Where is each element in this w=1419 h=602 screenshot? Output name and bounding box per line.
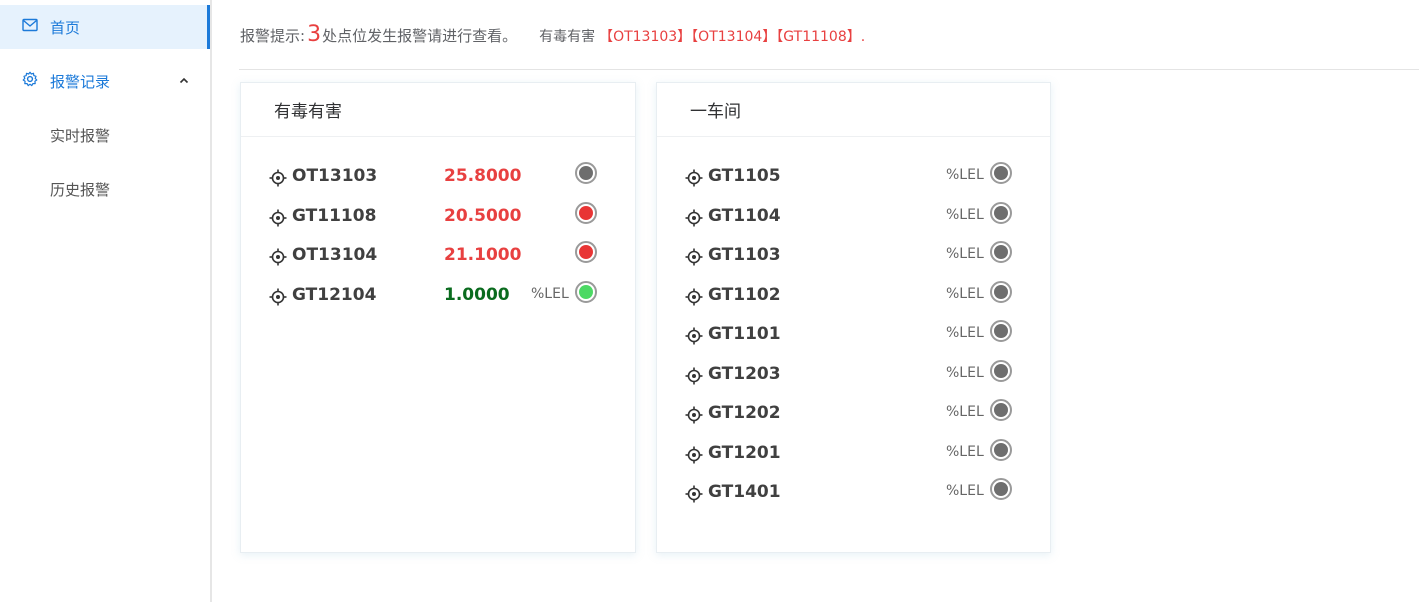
sidebar-subitem-realtime-alarm[interactable]: 实时报警: [0, 113, 210, 157]
target-icon: [685, 485, 703, 503]
sidebar-item-alarm-records[interactable]: 报警记录: [0, 59, 210, 103]
target-icon: [685, 446, 703, 464]
sensor-value: 20.5000: [444, 205, 522, 226]
sensor-row[interactable]: GT1202 %LEL: [657, 399, 1050, 429]
status-indicator: [990, 241, 1012, 263]
sensor-tag-name: OT13104: [292, 245, 378, 265]
sidebar-subitem-label: 历史报警: [50, 180, 111, 199]
sensor-row[interactable]: GT1104 %LEL: [657, 201, 1050, 232]
sidebar-subitem-label: 实时报警: [50, 126, 111, 145]
mail-icon: [22, 18, 40, 36]
status-indicator: [990, 162, 1012, 184]
divider: [239, 69, 1419, 70]
target-icon: [269, 169, 287, 187]
sensor-row[interactable]: OT13103 25.8000: [241, 162, 635, 192]
card-title: 一车间: [657, 83, 1050, 137]
target-icon: [685, 209, 703, 227]
alarm-tag-list[interactable]: 【OT13103】【OT13104】【GT11108】.: [599, 26, 865, 46]
sensor-tag-name: GT11108: [292, 205, 377, 226]
sidebar-item-home[interactable]: 首页: [0, 5, 210, 49]
status-indicator: [990, 359, 1012, 382]
sidebar-item-label: 首页: [50, 18, 81, 37]
sensor-tag-name: GT1105: [708, 166, 781, 186]
alarm-notice-suffix: 处点位发生报警请进行查看。: [322, 27, 518, 45]
unit-label: %LEL: [946, 443, 984, 460]
alarm-notice-prefix: 报警提示:: [240, 27, 306, 45]
target-icon: [685, 248, 703, 266]
target-icon: [269, 209, 287, 227]
unit-label: %LEL: [531, 285, 569, 302]
target-icon: [685, 288, 703, 306]
alarm-count: 3: [307, 22, 322, 47]
sensor-tag-name: OT13103: [292, 166, 378, 186]
status-indicator: [990, 280, 1012, 303]
workshop-1-card: 一车间 GT1105 %LEL GT1104 %LEL GT1103 %LEL GT1102…: [656, 82, 1051, 553]
sensor-tag-name: GT1201: [708, 442, 781, 463]
sensor-row[interactable]: GT12104 1.0000 %LEL: [241, 280, 635, 311]
alarm-category: 有毒有害: [539, 29, 596, 45]
sidebar-item-label: 报警记录: [50, 72, 111, 91]
target-icon: [685, 169, 703, 187]
status-indicator: [990, 320, 1012, 342]
sidebar: 首页 报警记录 实时报警 历史报警: [0, 0, 212, 602]
sensor-row[interactable]: GT1101 %LEL: [657, 320, 1050, 350]
unit-label: %LEL: [946, 325, 984, 341]
sensor-value: 1.0000: [444, 284, 510, 305]
status-indicator: [990, 201, 1012, 224]
unit-label: %LEL: [946, 246, 984, 262]
unit-label: %LEL: [946, 285, 984, 302]
sensor-row[interactable]: OT13104 21.1000: [241, 241, 635, 271]
card-title: 有毒有害: [241, 83, 635, 137]
alarm-notice: 报警提示: 3 处点位发生报警请进行查看。 有毒有害 【OT13103】【OT1…: [240, 22, 1400, 58]
sensor-value: 25.8000: [444, 166, 522, 186]
unit-label: %LEL: [946, 483, 984, 499]
unit-label: %LEL: [946, 167, 984, 183]
sensor-tag-name: GT1101: [708, 324, 781, 344]
target-icon: [269, 288, 287, 306]
sensor-tag-name: GT12104: [292, 284, 377, 305]
status-indicator: [990, 438, 1012, 461]
sidebar-subitem-history-alarm[interactable]: 历史报警: [0, 167, 210, 211]
status-indicator: [575, 162, 597, 184]
status-indicator: [575, 280, 597, 303]
target-icon: [269, 248, 287, 266]
target-icon: [685, 406, 703, 424]
unit-label: %LEL: [946, 364, 984, 381]
unit-label: %LEL: [946, 404, 984, 420]
sensor-tag-name: GT1203: [708, 363, 781, 384]
status-indicator: [990, 478, 1012, 500]
sensor-tag-name: GT1202: [708, 403, 781, 423]
status-indicator: [990, 399, 1012, 421]
sensor-row[interactable]: GT1105 %LEL: [657, 162, 1050, 192]
sensor-tag-name: GT1103: [708, 245, 781, 265]
sensor-row[interactable]: GT11108 20.5000: [241, 201, 635, 232]
toxic-harmful-card: 有毒有害 OT13103 25.8000 GT11108 20.5000 OT13104…: [240, 82, 636, 553]
target-icon: [685, 327, 703, 345]
status-indicator: [575, 241, 597, 263]
sensor-row[interactable]: GT1103 %LEL: [657, 241, 1050, 271]
sensor-tag-name: GT1104: [708, 205, 781, 226]
unit-label: %LEL: [946, 206, 984, 223]
sensor-row[interactable]: GT1401 %LEL: [657, 478, 1050, 508]
sensor-row[interactable]: GT1201 %LEL: [657, 438, 1050, 469]
gear-icon: [22, 71, 40, 91]
status-indicator: [575, 201, 597, 224]
sensor-row[interactable]: GT1203 %LEL: [657, 359, 1050, 390]
sensor-row[interactable]: GT1102 %LEL: [657, 280, 1050, 311]
sensor-tag-name: GT1401: [708, 482, 781, 502]
sensor-tag-name: GT1102: [708, 284, 781, 305]
sensor-value: 21.1000: [444, 245, 522, 265]
target-icon: [685, 367, 703, 385]
chevron-up-icon[interactable]: [178, 73, 190, 91]
